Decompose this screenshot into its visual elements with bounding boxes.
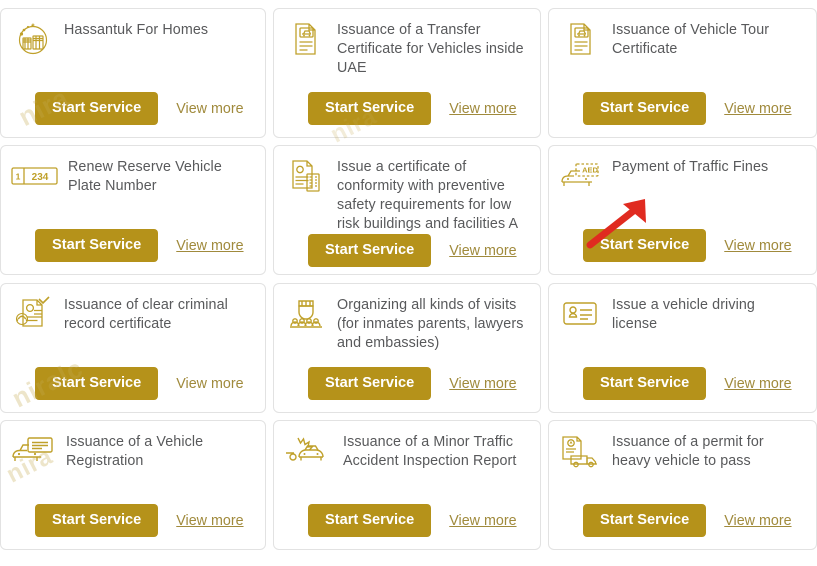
start-service-button[interactable]: Start Service <box>35 367 159 400</box>
service-card-clear-criminal-record-certificate[interactable]: Issuance of clear criminal record certif… <box>0 283 266 413</box>
start-service-button[interactable]: Start Service <box>35 229 159 262</box>
card-header: Issuance of a Transfer Certificate for V… <box>284 19 528 78</box>
visitors-group-icon <box>284 294 328 334</box>
driving-license-card-icon <box>559 294 603 334</box>
card-title: Issuance of Vehicle Tour Certificate <box>612 22 770 57</box>
service-card-payment-of-traffic-fines[interactable]: AED Payment of Traffic Fines Start Servi… <box>548 145 817 275</box>
service-card-renew-reserve-vehicle-plate-number[interactable]: 1 234 Renew Reserve Vehicle Plate Number… <box>0 145 266 275</box>
certificate-buildings-icon <box>284 156 328 196</box>
start-service-button[interactable]: Start Service <box>35 92 159 125</box>
card-actions: Start Service View more <box>284 367 528 402</box>
card-actions: Start Service View more <box>559 504 804 539</box>
view-more-link[interactable]: View more <box>724 376 791 392</box>
start-service-button[interactable]: Start Service <box>583 367 707 400</box>
service-card-vehicle-registration[interactable]: Issuance of a Vehicle Registration Start… <box>0 420 266 550</box>
start-service-button[interactable]: Start Service <box>583 504 707 537</box>
view-more-link[interactable]: View more <box>176 101 243 117</box>
service-card-vehicle-tour-certificate[interactable]: Issuance of Vehicle Tour Certificate Sta… <box>548 8 817 138</box>
start-service-button[interactable]: Start Service <box>583 92 707 125</box>
traffic-fine-aed-icon: AED <box>559 156 603 196</box>
car-accident-icon <box>284 431 334 471</box>
vehicle-registration-icon <box>11 431 57 471</box>
svg-text:1: 1 <box>16 172 21 182</box>
card-header: Issue a certificate of conformity with p… <box>284 156 528 234</box>
card-actions: Start Service View more <box>11 504 253 539</box>
start-service-button[interactable]: Start Service <box>35 504 159 537</box>
heavy-vehicle-permit-icon <box>559 431 603 471</box>
view-more-link[interactable]: View more <box>449 101 516 117</box>
card-title: Payment of Traffic Fines <box>612 159 769 175</box>
view-more-link[interactable]: View more <box>724 101 791 117</box>
start-service-button[interactable]: Start Service <box>308 234 432 267</box>
view-more-link[interactable]: View more <box>176 376 243 392</box>
start-service-button[interactable]: Start Service <box>583 229 707 262</box>
service-card-vehicle-driving-license[interactable]: Issue a vehicle driving license Start Se… <box>548 283 817 413</box>
card-title: Organizing all kinds of visits (for inma… <box>337 297 524 351</box>
card-actions: Start Service View more <box>284 92 528 127</box>
service-card-organizing-visits[interactable]: Organizing all kinds of visits (for inma… <box>273 283 541 413</box>
card-title: Issuance of clear criminal record certif… <box>64 297 228 332</box>
service-cards-grid: Hassantuk For Homes Start Service View m… <box>0 0 817 566</box>
card-header: Issuance of a Vehicle Registration <box>11 431 253 471</box>
criminal-record-fingerprint-icon <box>11 294 55 334</box>
vehicle-document-icon <box>559 19 603 59</box>
card-header: Issuance of Vehicle Tour Certificate <box>559 19 804 59</box>
card-header: Issuance of a permit for heavy vehicle t… <box>559 431 804 471</box>
card-actions: Start Service View more <box>559 367 804 402</box>
card-title: Issue a certificate of conformity with p… <box>337 159 519 232</box>
service-card-hassantuk-for-homes[interactable]: Hassantuk For Homes Start Service View m… <box>0 8 266 138</box>
svg-text:234: 234 <box>32 172 49 183</box>
card-title: Renew Reserve Vehicle Plate Number <box>68 159 222 194</box>
view-more-link[interactable]: View more <box>176 238 243 254</box>
start-service-button[interactable]: Start Service <box>308 504 432 537</box>
service-card-certificate-conformity-preventive-safety[interactable]: Issue a certificate of conformity with p… <box>273 145 541 275</box>
start-service-button[interactable]: Start Service <box>308 367 432 400</box>
card-actions: Start Service View more <box>559 92 804 127</box>
view-more-link[interactable]: View more <box>449 243 516 259</box>
view-more-link[interactable]: View more <box>724 238 791 254</box>
card-header: Hassantuk For Homes <box>11 19 253 59</box>
view-more-link[interactable]: View more <box>449 376 516 392</box>
card-header: Issuance of a Minor Traffic Accident Ins… <box>284 431 528 471</box>
card-title: Issuance of a Transfer Certificate for V… <box>337 22 524 76</box>
card-title: Issuance of a Vehicle Registration <box>66 434 204 469</box>
card-header: 1 234 Renew Reserve Vehicle Plate Number <box>11 156 253 196</box>
card-header: AED Payment of Traffic Fines <box>559 156 804 196</box>
license-plate-icon: 1 234 <box>11 156 59 196</box>
card-actions: Start Service View more <box>11 229 253 264</box>
card-actions: Start Service View more <box>559 229 804 264</box>
service-card-permit-heavy-vehicle-pass[interactable]: Issuance of a permit for heavy vehicle t… <box>548 420 817 550</box>
card-title: Issue a vehicle driving license <box>612 297 755 332</box>
view-more-link[interactable]: View more <box>449 513 516 529</box>
vehicle-document-icon <box>284 19 328 59</box>
card-actions: Start Service View more <box>11 367 253 402</box>
card-title: Hassantuk For Homes <box>64 22 209 38</box>
card-actions: Start Service View more <box>284 504 528 539</box>
card-title: Issuance of a Minor Traffic Accident Ins… <box>343 434 517 469</box>
card-header: Issue a vehicle driving license <box>559 294 804 334</box>
card-header: Organizing all kinds of visits (for inma… <box>284 294 528 353</box>
service-card-minor-traffic-accident-report[interactable]: Issuance of a Minor Traffic Accident Ins… <box>273 420 541 550</box>
hassantuk-logo-icon <box>11 19 55 59</box>
card-actions: Start Service View more <box>284 234 528 269</box>
view-more-link[interactable]: View more <box>724 513 791 529</box>
view-more-link[interactable]: View more <box>176 513 243 529</box>
svg-text:AED: AED <box>582 166 598 175</box>
service-card-transfer-certificate-vehicles-uae[interactable]: Issuance of a Transfer Certificate for V… <box>273 8 541 138</box>
card-actions: Start Service View more <box>11 92 253 127</box>
start-service-button[interactable]: Start Service <box>308 92 432 125</box>
card-title: Issuance of a permit for heavy vehicle t… <box>612 434 764 469</box>
card-header: Issuance of clear criminal record certif… <box>11 294 253 334</box>
